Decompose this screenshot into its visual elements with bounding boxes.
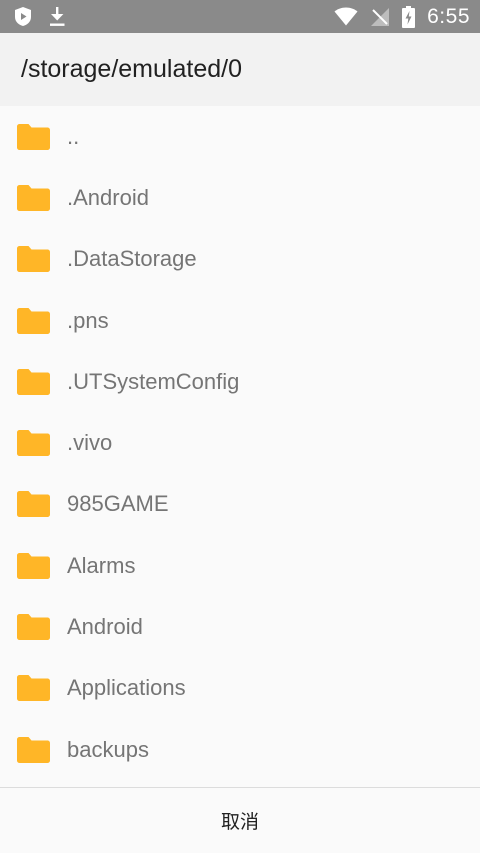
folder-icon xyxy=(17,736,50,763)
dialog-footer: 取消 xyxy=(0,788,480,853)
folder-icon xyxy=(17,552,50,579)
wifi-icon xyxy=(334,7,358,26)
list-item-985game[interactable]: 985GAME xyxy=(0,474,480,535)
list-item-label: .vivo xyxy=(67,430,113,456)
cancel-button[interactable]: 取消 xyxy=(191,797,289,844)
list-item-vivo[interactable]: .vivo xyxy=(0,412,480,473)
list-item-utsystemconfig[interactable]: .UTSystemConfig xyxy=(0,351,480,412)
shield-app-icon xyxy=(14,6,32,27)
folder-icon xyxy=(17,614,50,641)
list-item-applications[interactable]: Applications xyxy=(0,658,480,719)
list-item-label: Alarms xyxy=(67,552,136,578)
path-header: /storage/emulated/0 xyxy=(0,33,480,106)
folder-icon xyxy=(17,491,50,518)
clock-time: 6:55 xyxy=(427,4,470,28)
folder-icon xyxy=(17,368,50,395)
list-item-label: .. xyxy=(67,123,80,149)
list-item-backups[interactable]: backups xyxy=(0,719,480,780)
list-item-pns[interactable]: .pns xyxy=(0,290,480,351)
folder-icon xyxy=(17,675,50,702)
list-item-label: .Android xyxy=(67,184,149,210)
folder-icon xyxy=(17,123,50,150)
download-icon xyxy=(48,6,66,27)
list-item-datastorage[interactable]: .DataStorage xyxy=(0,229,480,290)
folder-icon xyxy=(17,307,50,334)
folder-icon xyxy=(17,184,50,211)
list-item-label: .DataStorage xyxy=(67,246,197,272)
list-item-label: .UTSystemConfig xyxy=(67,368,240,394)
folder-icon xyxy=(17,246,50,273)
list-item-label: backups xyxy=(67,736,149,762)
list-item-label: Applications xyxy=(67,675,186,701)
file-picker-screen: 6:55 /storage/emulated/0 .. .Android .Da… xyxy=(0,0,480,853)
list-item-label: .pns xyxy=(67,307,109,333)
battery-charging-icon xyxy=(402,5,416,28)
status-bar: 6:55 xyxy=(0,0,480,33)
list-item-parent-directory[interactable]: .. xyxy=(0,106,480,167)
folder-icon xyxy=(17,430,50,457)
list-item-label: 985GAME xyxy=(67,491,169,517)
no-signal-icon xyxy=(370,7,390,27)
current-path-title: /storage/emulated/0 xyxy=(21,55,242,83)
list-item-alarms[interactable]: Alarms xyxy=(0,535,480,596)
file-list[interactable]: .. .Android .DataStorage .pns .UTSystemC… xyxy=(0,106,480,787)
list-item-android[interactable]: Android xyxy=(0,596,480,657)
list-item-android-hidden[interactable]: .Android xyxy=(0,167,480,228)
list-item-label: Android xyxy=(67,614,143,640)
